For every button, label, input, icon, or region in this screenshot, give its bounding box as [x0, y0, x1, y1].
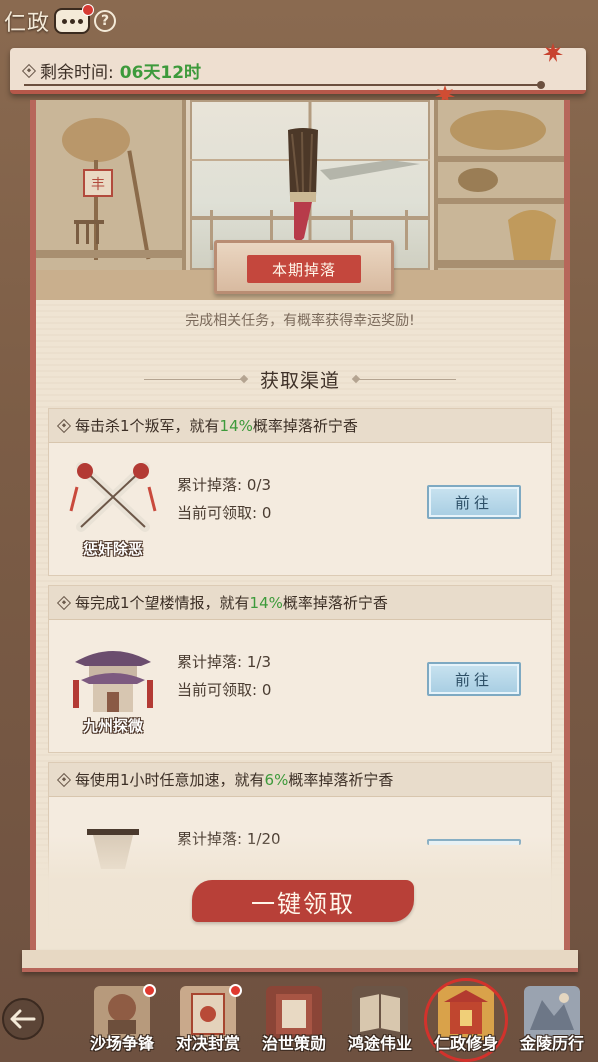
nav-item-duel-reward[interactable]: 对决封赏	[166, 982, 250, 1062]
farm-tools-illustration: 丰	[36, 118, 186, 260]
channel-rate: 14%	[249, 594, 283, 612]
nav-label: 对决封赏	[175, 1034, 240, 1053]
section-divider-right	[356, 379, 456, 380]
timer-bar: 剩余时间: 06天12时	[10, 43, 586, 104]
chat-dot-icon	[77, 18, 83, 24]
event-scroll-panel[interactable]: 丰 本期掉落 完成相关任务，有概率获得幸运奖励! 获取渠道 每击杀1个叛军，就有…	[30, 100, 570, 960]
diamond-bullet-icon	[56, 772, 72, 787]
cumulative-label: 累计掉落:	[177, 476, 243, 494]
channel-card: 每击杀1个叛军，就有14%概率掉落祈宁香 惩奸除恶 累计掉落: 0/3 当前可领…	[48, 408, 552, 576]
watchtower-badge: 九州探微	[67, 636, 159, 736]
nav-badge	[143, 984, 156, 997]
timer-divider	[24, 81, 545, 89]
timer-label-group: 剩余时间: 06天12时	[21, 58, 202, 83]
goto-button[interactable]: 前往	[427, 485, 521, 519]
event-screen: 仁政 ? 剩余时间: 06天12时 丰 本期掉落 完成相关任务，有概率获得幸运奖…	[0, 0, 598, 1062]
claim-all-button[interactable]: 一键领取	[192, 878, 414, 924]
top-title-bar: 仁政 ?	[4, 4, 117, 38]
current-drop-label: 本期掉落	[271, 260, 336, 279]
baskets-illustration	[438, 110, 564, 268]
claim-all-label: 一键领取	[251, 889, 355, 918]
maple-leaf-icon	[543, 43, 563, 62]
drop-pedestal: 本期掉落	[214, 240, 394, 294]
nav-item-journey[interactable]: 金陵历行	[510, 982, 594, 1062]
storeroom-right-wall	[434, 100, 564, 280]
reward-showcase: 丰 本期掉落	[36, 100, 564, 300]
channel-description: 每击杀1个叛军，就有14%概率掉落祈宁香	[49, 409, 551, 443]
cumulative-label: 累计掉落:	[177, 653, 243, 671]
section-header: 获取渠道	[36, 366, 564, 393]
svg-text:丰: 丰	[91, 177, 105, 193]
channel-rate: 14%	[219, 417, 253, 435]
nav-label: 金陵历行	[519, 1034, 584, 1053]
nav-label: 沙场争锋	[89, 1034, 154, 1053]
nav-label: 治世策勋	[261, 1034, 326, 1053]
diamond-bullet-icon	[56, 595, 72, 610]
scroll-bottom-roller	[22, 950, 578, 972]
section-title: 获取渠道	[259, 370, 340, 392]
nav-item-shrine[interactable]: 仁政修身	[424, 978, 508, 1062]
channel-desc-suffix: 概率掉落祈宁香	[282, 594, 388, 612]
channel-description: 每使用1小时任意加速，就有6%概率掉落祈宁香	[49, 763, 551, 797]
goto-button[interactable]: 前往	[427, 662, 521, 696]
back-arrow-icon	[10, 1009, 36, 1029]
channel-desc-prefix: 每使用1小时任意加速，就有	[75, 771, 265, 789]
channel-desc-suffix: 概率掉落祈宁香	[288, 771, 394, 789]
incense-brush-icon	[288, 128, 318, 241]
chat-dot-icon	[69, 18, 75, 24]
storeroom-left-wall: 丰	[36, 100, 186, 280]
nav-item-governance[interactable]: 治世策勋	[252, 982, 336, 1062]
nav-item-battle[interactable]: 沙场争锋	[80, 982, 164, 1062]
channel-desc-suffix: 概率掉落祈宁香	[252, 417, 358, 435]
drop-plate: 本期掉落	[247, 255, 361, 283]
nav-item-ledger[interactable]: 鸿途伟业	[338, 982, 422, 1062]
event-brand-title: 仁政	[4, 11, 51, 36]
diamond-bullet-icon	[56, 418, 72, 433]
claimable-label: 当前可领取:	[177, 681, 258, 699]
channel-desc-prefix: 每完成1个望楼情报，就有	[75, 594, 250, 612]
cumulative-value: 1/3	[246, 653, 271, 671]
claimable-value: 0	[261, 504, 272, 522]
nav-label: 仁政修身	[433, 1034, 498, 1053]
channel-stats: 累计掉落: 1/3 当前可领取: 0	[177, 648, 271, 704]
watchtower-icon	[73, 651, 153, 712]
chat-notification-badge	[82, 4, 95, 16]
channel-description: 每完成1个望楼情报，就有14%概率掉落祈宁香	[49, 586, 551, 620]
chat-button[interactable]	[54, 4, 95, 34]
help-icon: ?	[100, 13, 110, 29]
nav-label: 鸿途伟业	[347, 1034, 412, 1053]
cumulative-value: 0/3	[246, 476, 271, 494]
channel-icon-name: 惩奸除恶	[82, 540, 143, 558]
channel-desc-prefix: 每击杀1个叛军，就有	[75, 417, 220, 435]
section-divider-left	[143, 379, 244, 380]
channel-stats: 累计掉落: 0/3 当前可领取: 0	[177, 471, 271, 527]
diamond-bullet-icon	[21, 63, 37, 78]
bottom-nav: 沙场争锋 对决封赏 治世策勋 鸿途伟业 仁政修身 金陵历行	[0, 978, 598, 1062]
timer-label: 剩余时间:	[40, 63, 114, 83]
channel-icon-name: 九州探微	[82, 717, 143, 735]
help-button[interactable]: ?	[94, 10, 117, 32]
channel-rate: 6%	[264, 771, 289, 789]
reward-hint-text: 完成相关任务，有概率获得幸运奖励!	[185, 313, 415, 329]
crossed-swords-icon	[69, 462, 157, 532]
claimable-label: 当前可领取:	[177, 504, 258, 522]
channel-card: 每完成1个望楼情报，就有14%概率掉落祈宁香 九州探微 累计掉落: 1/3 当前…	[48, 585, 552, 753]
nav-badge	[229, 984, 242, 997]
back-button[interactable]	[2, 998, 44, 1040]
chat-dot-icon	[61, 18, 67, 24]
claimable-value: 0	[261, 681, 272, 699]
timer-value: 06天12时	[119, 63, 202, 83]
crossed-swords-badge: 惩奸除恶	[67, 459, 159, 559]
